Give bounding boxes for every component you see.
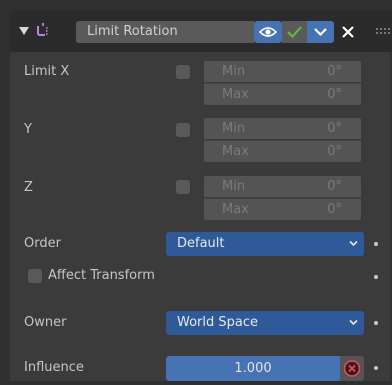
constraint-limit-rotation-icon [37, 23, 48, 36]
limit-z-max-field[interactable]: Max 0° [203, 198, 362, 221]
drag-grip-icon[interactable] [376, 28, 392, 36]
toggle-visibility-button[interactable] [254, 21, 282, 43]
limit-z-checkbox[interactable] [176, 180, 190, 194]
checkmark-icon [287, 26, 302, 38]
chevron-down-icon [349, 240, 358, 247]
chevron-down-icon [314, 28, 327, 37]
influence-slider[interactable]: 1.000 [166, 356, 340, 381]
max-value: 0° [327, 87, 342, 102]
limit-z-label: Z [24, 180, 33, 195]
max-value: 0° [327, 202, 342, 217]
order-dropdown[interactable]: Default [166, 232, 364, 256]
limit-x-max-field[interactable]: Max 0° [203, 83, 362, 106]
max-label: Max [222, 202, 249, 217]
max-value: 0° [327, 144, 342, 159]
min-label: Min [222, 121, 246, 136]
owner-label: Owner [24, 315, 67, 330]
limit-y-label: Y [24, 122, 32, 137]
collapse-arrow-icon[interactable] [19, 27, 29, 35]
eye-icon [258, 27, 278, 37]
disable-keep-transform-button[interactable] [340, 356, 364, 381]
limit-x-checkbox[interactable] [176, 65, 190, 79]
extras-menu-button[interactable] [307, 21, 334, 43]
limit-y-min-field[interactable]: Min 0° [203, 117, 362, 140]
enable-constraint-button[interactable] [282, 21, 307, 43]
limit-y-max-field[interactable]: Max 0° [203, 140, 362, 163]
limit-y-checkbox[interactable] [176, 123, 190, 137]
max-label: Max [222, 87, 249, 102]
min-value: 0° [327, 179, 342, 194]
order-label: Order [24, 236, 61, 251]
delete-constraint-button[interactable] [334, 21, 362, 43]
keyframe-dot-icon[interactable] [374, 366, 378, 370]
affect-transform-checkbox[interactable] [28, 269, 42, 283]
clear-x-circle-icon [343, 360, 361, 377]
limit-x-label: Limit X [24, 64, 70, 79]
constraint-name-field[interactable]: Limit Rotation [76, 21, 254, 43]
limit-x-min-field[interactable]: Min 0° [203, 60, 362, 83]
chevron-down-icon [349, 319, 358, 326]
keyframe-dot-icon[interactable] [374, 321, 378, 325]
min-label: Min [222, 179, 246, 194]
keyframe-dot-icon[interactable] [374, 275, 378, 279]
influence-label: Influence [24, 360, 84, 375]
order-value: Default [177, 236, 225, 251]
min-value: 0° [327, 121, 342, 136]
keyframe-dot-icon[interactable] [374, 242, 378, 246]
min-value: 0° [327, 64, 342, 79]
min-label: Min [222, 64, 246, 79]
max-label: Max [222, 144, 249, 159]
affect-transform-label[interactable]: Affect Transform [48, 268, 155, 283]
owner-space-dropdown[interactable]: World Space [166, 311, 364, 335]
limit-z-min-field[interactable]: Min 0° [203, 175, 362, 198]
close-icon [342, 26, 354, 38]
owner-value: World Space [177, 315, 259, 330]
